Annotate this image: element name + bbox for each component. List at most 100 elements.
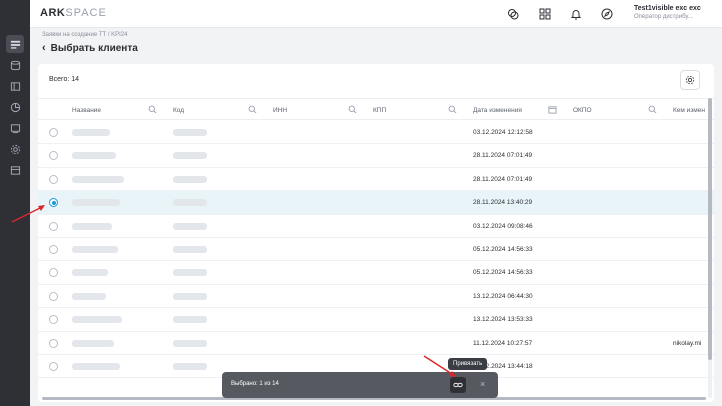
clients-table-card: Всего: 14 Название Код ИНН КПП Дата изме… — [38, 64, 714, 402]
row-radio[interactable] — [49, 128, 58, 137]
row-radio[interactable] — [49, 338, 58, 348]
search-icon[interactable] — [648, 105, 657, 114]
search-icon[interactable] — [348, 105, 357, 114]
blurred-code — [173, 246, 207, 253]
list-icon — [10, 40, 20, 49]
blurred-code — [173, 175, 207, 183]
vertical-scrollbar-thumb[interactable] — [708, 98, 712, 360]
blurred-code — [173, 269, 207, 277]
user-name: Test1visible exc exc — [634, 5, 701, 12]
row-radio[interactable] — [49, 245, 58, 254]
blurred-name — [72, 316, 122, 324]
blurred-code — [173, 222, 207, 230]
logo: ARKSPACE — [40, 7, 107, 19]
cell-date: 11.12.2024 10:27:57 — [473, 339, 533, 347]
table-row[interactable]: 28.11.2024 07:01:49 — [38, 168, 714, 192]
blurred-name — [72, 363, 120, 370]
compass-icon[interactable] — [600, 7, 614, 21]
back-arrow-icon[interactable]: ‹ — [42, 42, 46, 54]
table-row[interactable]: 28.11.2024 13:40:29 — [38, 191, 714, 215]
sidebar-item-requests[interactable] — [6, 35, 24, 53]
vertical-scrollbar[interactable] — [708, 98, 712, 398]
cell-date: 03.12.2024 12:12:58 — [473, 129, 533, 136]
column-header-kpp[interactable]: КПП — [373, 99, 386, 121]
blurred-name — [72, 269, 108, 277]
table-row[interactable]: 03.12.2024 09:08:46 — [38, 215, 714, 238]
blurred-code — [173, 339, 207, 347]
user-menu[interactable]: Test1visible exc exc Оператор дистрибу..… — [634, 5, 701, 20]
search-icon[interactable] — [448, 105, 457, 114]
column-header-changed-by[interactable]: Кем измен — [673, 99, 705, 121]
sidebar-item-settings[interactable] — [6, 140, 24, 158]
archive-icon — [10, 165, 20, 175]
table-row[interactable]: 11.12.2024 10:27:57 nikolay.mi — [38, 332, 714, 355]
cell-changed-by: nikolay.mi — [673, 339, 702, 347]
calendar-icon[interactable] — [548, 105, 557, 114]
table-row[interactable]: 13.12.2024 06:44:30 — [38, 285, 714, 309]
total-count: Всего: 14 — [49, 76, 80, 83]
table-row[interactable]: 28.11.2024 07:01:49 — [38, 144, 714, 168]
table-row[interactable]: 13.12.2024 13:53:33 — [38, 308, 714, 332]
table-header: Название Код ИНН КПП Дата изменения ОКПО… — [38, 98, 714, 120]
sidebar-item-layout[interactable] — [6, 77, 24, 95]
users-icon — [10, 123, 20, 133]
search-icon[interactable] — [148, 105, 157, 114]
row-radio[interactable] — [49, 315, 58, 325]
bell-icon[interactable] — [569, 7, 583, 21]
blurred-code — [173, 152, 207, 160]
row-radio[interactable] — [49, 151, 58, 161]
table-row[interactable]: 03.12.2024 12:12:58 — [38, 121, 714, 145]
sidebar-item-archive[interactable] — [6, 161, 24, 179]
blurred-name — [72, 339, 114, 347]
blurred-name — [72, 292, 106, 300]
cell-date: 28.11.2024 07:01:49 — [473, 152, 533, 160]
column-header-code[interactable]: Код — [173, 99, 184, 121]
column-header-date[interactable]: Дата изменения — [473, 99, 522, 121]
row-radio[interactable] — [49, 174, 58, 184]
page-title: ‹ Выбрать клиента — [42, 42, 138, 54]
blurred-code — [173, 292, 207, 300]
row-radio[interactable] — [49, 198, 58, 208]
annotation-arrow-row — [11, 205, 45, 223]
blurred-name — [72, 199, 120, 207]
column-header-okpo[interactable]: ОКПО — [573, 99, 592, 121]
blurred-code — [173, 199, 207, 207]
annotation-arrow-button — [423, 355, 456, 377]
pie-chart-icon — [10, 102, 20, 112]
gear-icon — [685, 75, 695, 85]
sidebar-item-users[interactable] — [6, 119, 24, 137]
database-icon — [10, 60, 20, 70]
row-radio[interactable] — [49, 291, 58, 301]
blurred-code — [173, 363, 207, 370]
blurred-name — [72, 175, 124, 183]
cell-date: 13.12.2024 13:53:33 — [473, 316, 533, 324]
page-title-text: Выбрать клиента — [50, 42, 138, 54]
top-bar: ARKSPACE Test1visible exc exc Оператор д… — [30, 0, 722, 28]
blurred-name — [72, 222, 112, 230]
row-radio[interactable] — [49, 268, 58, 278]
close-icon[interactable]: × — [480, 379, 485, 389]
blurred-name — [72, 246, 118, 253]
cell-date: 03.12.2024 09:08:46 — [473, 222, 533, 230]
column-header-name[interactable]: Название — [72, 99, 101, 121]
breadcrumb[interactable]: Заявки на создание ТТ / KPI24 — [42, 32, 128, 38]
sidebar-item-analytics[interactable] — [6, 98, 24, 116]
table-row[interactable]: 05.12.2024 14:56:33 — [38, 261, 714, 285]
apps-grid-icon[interactable] — [538, 7, 552, 21]
gear-icon — [10, 144, 20, 154]
chat-icon[interactable] — [506, 7, 520, 21]
blurred-name — [72, 152, 116, 160]
table-row[interactable]: 05.12.2024 14:56:33 — [38, 238, 714, 262]
row-radio[interactable] — [49, 362, 58, 371]
table-settings-button[interactable] — [680, 70, 700, 90]
column-header-inn[interactable]: ИНН — [273, 99, 287, 121]
cell-date: 28.11.2024 07:01:49 — [473, 175, 533, 183]
cell-date: 05.12.2024 14:56:33 — [473, 246, 533, 253]
cell-date: 28.11.2024 13:40:29 — [473, 199, 533, 207]
row-radio[interactable] — [49, 221, 58, 231]
search-icon[interactable] — [248, 105, 257, 114]
blurred-code — [173, 129, 207, 136]
sidebar-item-database[interactable] — [6, 56, 24, 74]
cell-date: 05.12.2024 14:56:33 — [473, 269, 533, 277]
selected-count: Выбрано: 1 из 14 — [231, 381, 279, 387]
